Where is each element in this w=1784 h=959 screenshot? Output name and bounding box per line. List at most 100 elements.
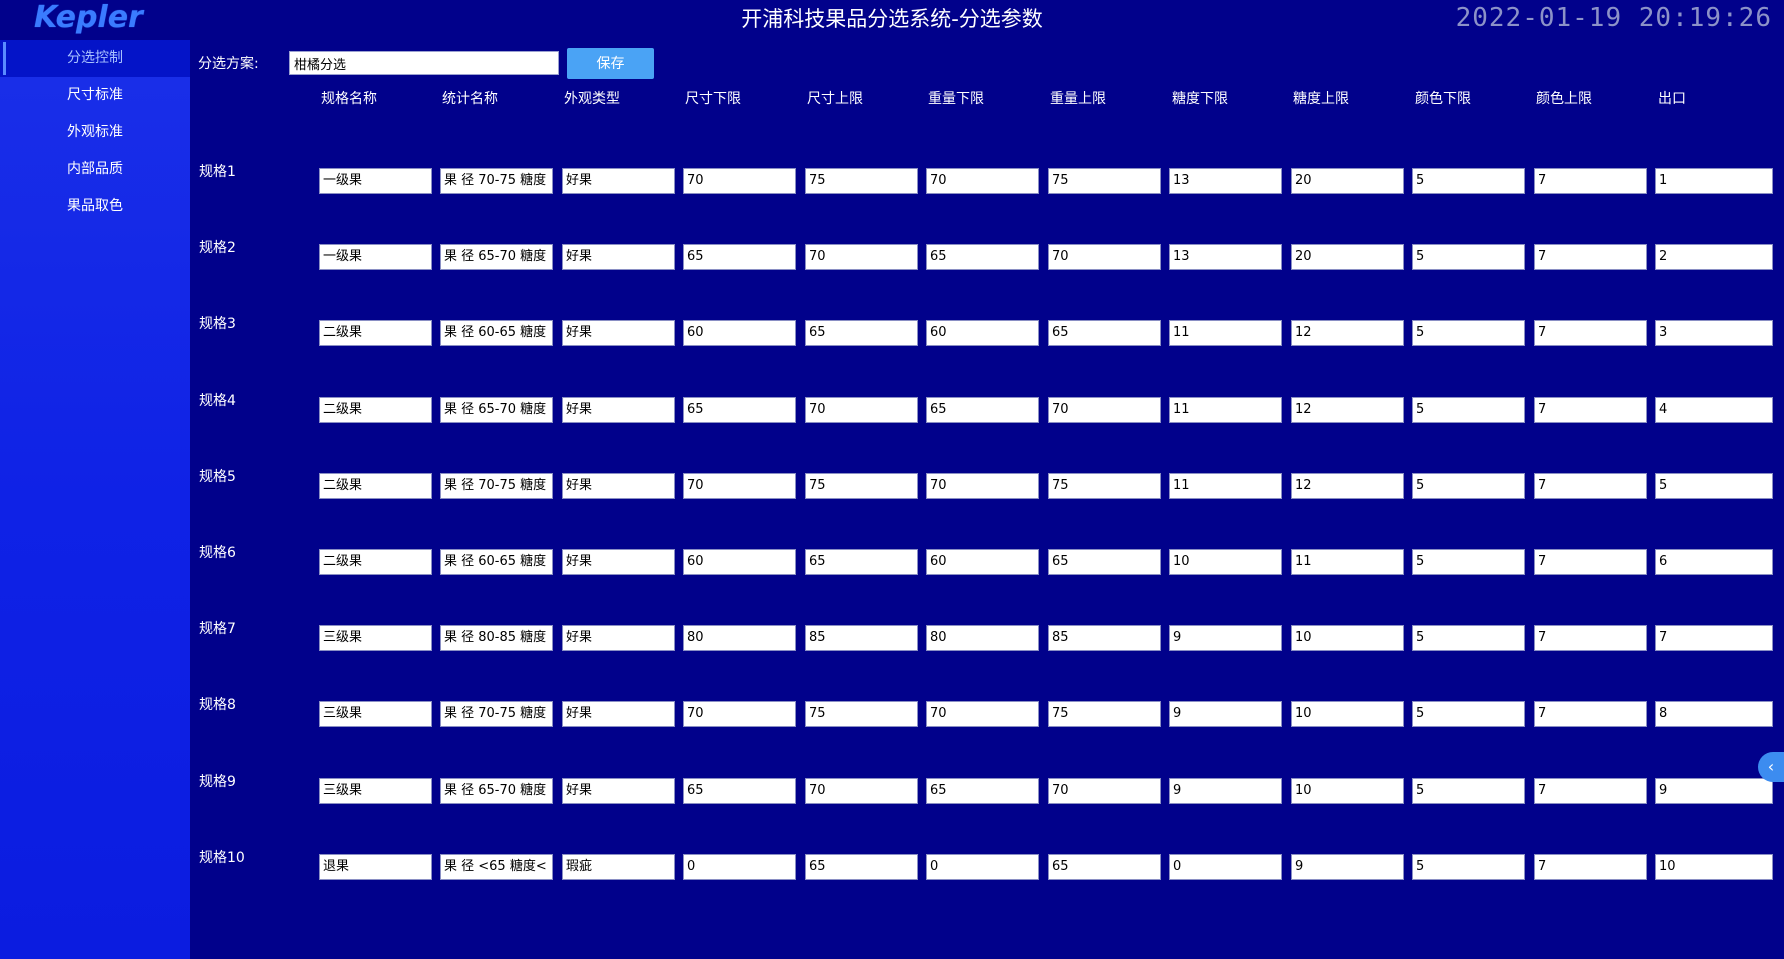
table-cell-input[interactable]: 10	[1169, 549, 1282, 575]
table-cell-input[interactable]: 11	[1169, 473, 1282, 499]
table-cell-input[interactable]: 70	[683, 701, 796, 727]
table-cell-input[interactable]: 果 径 60-65 糖度	[440, 549, 553, 575]
table-cell-input[interactable]: 好果	[562, 168, 675, 194]
table-cell-input[interactable]: 65	[683, 397, 796, 423]
table-cell-input[interactable]: 70	[926, 701, 1039, 727]
table-cell-input[interactable]: 65	[683, 778, 796, 804]
table-cell-input[interactable]: 三级果	[319, 778, 432, 804]
table-cell-input[interactable]: 好果	[562, 778, 675, 804]
table-cell-input[interactable]: 70	[926, 168, 1039, 194]
table-cell-input[interactable]: 70	[1048, 778, 1161, 804]
sidebar-item-1[interactable]: 尺寸标准	[0, 77, 190, 114]
table-cell-input[interactable]: 7	[1534, 244, 1647, 270]
table-cell-input[interactable]: 5	[1412, 320, 1525, 346]
table-cell-input[interactable]: 70	[926, 473, 1039, 499]
table-cell-input[interactable]: 7	[1534, 625, 1647, 651]
table-cell-input[interactable]: 60	[683, 320, 796, 346]
table-cell-input[interactable]: 65	[926, 397, 1039, 423]
table-cell-input[interactable]: 6	[1655, 549, 1773, 575]
table-cell-input[interactable]: 好果	[562, 701, 675, 727]
table-cell-input[interactable]: 5	[1412, 549, 1525, 575]
table-cell-input[interactable]: 二级果	[319, 320, 432, 346]
table-cell-input[interactable]: 9	[1169, 701, 1282, 727]
table-cell-input[interactable]: 5	[1412, 397, 1525, 423]
table-cell-input[interactable]: 85	[1048, 625, 1161, 651]
table-cell-input[interactable]: 65	[1048, 854, 1161, 880]
table-cell-input[interactable]: 7	[1534, 854, 1647, 880]
sidebar-item-3[interactable]: 内部品质	[0, 151, 190, 188]
table-cell-input[interactable]: 7	[1534, 168, 1647, 194]
table-cell-input[interactable]: 20	[1291, 168, 1404, 194]
table-cell-input[interactable]: 退果	[319, 854, 432, 880]
table-cell-input[interactable]: 65	[926, 244, 1039, 270]
table-cell-input[interactable]: 5	[1412, 244, 1525, 270]
table-cell-input[interactable]: 12	[1291, 320, 1404, 346]
table-cell-input[interactable]: 果 径 65-70 糖度	[440, 244, 553, 270]
table-cell-input[interactable]: 三级果	[319, 625, 432, 651]
table-cell-input[interactable]: 70	[805, 397, 918, 423]
table-cell-input[interactable]: 20	[1291, 244, 1404, 270]
table-cell-input[interactable]: 10	[1291, 778, 1404, 804]
table-cell-input[interactable]: 果 径 80-85 糖度	[440, 625, 553, 651]
table-cell-input[interactable]: 9	[1169, 778, 1282, 804]
table-cell-input[interactable]: 5	[1412, 625, 1525, 651]
table-cell-input[interactable]: 65	[805, 320, 918, 346]
table-cell-input[interactable]: 5	[1412, 778, 1525, 804]
table-cell-input[interactable]: 10	[1291, 625, 1404, 651]
sidebar-item-0[interactable]: 分选控制	[0, 40, 190, 77]
table-cell-input[interactable]: 果 径 <65 糖度<	[440, 854, 553, 880]
table-cell-input[interactable]: 8	[1655, 701, 1773, 727]
table-cell-input[interactable]: 9	[1291, 854, 1404, 880]
table-cell-input[interactable]: 60	[683, 549, 796, 575]
save-button[interactable]: 保存	[567, 48, 654, 79]
table-cell-input[interactable]: 12	[1291, 397, 1404, 423]
table-cell-input[interactable]: 70	[805, 778, 918, 804]
table-cell-input[interactable]: 65	[1048, 320, 1161, 346]
table-cell-input[interactable]: 65	[683, 244, 796, 270]
table-cell-input[interactable]: 果 径 70-75 糖度	[440, 473, 553, 499]
table-cell-input[interactable]: 好果	[562, 549, 675, 575]
table-cell-input[interactable]: 0	[926, 854, 1039, 880]
table-cell-input[interactable]: 7	[1534, 320, 1647, 346]
table-cell-input[interactable]: 11	[1169, 397, 1282, 423]
table-cell-input[interactable]: 10	[1291, 701, 1404, 727]
table-cell-input[interactable]: 果 径 60-65 糖度	[440, 320, 553, 346]
table-cell-input[interactable]: 4	[1655, 397, 1773, 423]
table-cell-input[interactable]: 7	[1534, 549, 1647, 575]
table-cell-input[interactable]: 2	[1655, 244, 1773, 270]
table-cell-input[interactable]: 75	[805, 701, 918, 727]
table-cell-input[interactable]: 65	[926, 778, 1039, 804]
table-cell-input[interactable]: 70	[683, 168, 796, 194]
table-cell-input[interactable]: 二级果	[319, 397, 432, 423]
table-cell-input[interactable]: 75	[805, 473, 918, 499]
sidebar-item-4[interactable]: 果品取色	[0, 188, 190, 225]
table-cell-input[interactable]: 二级果	[319, 473, 432, 499]
table-cell-input[interactable]: 好果	[562, 397, 675, 423]
table-cell-input[interactable]: 5	[1412, 168, 1525, 194]
table-cell-input[interactable]: 75	[1048, 473, 1161, 499]
table-cell-input[interactable]: 果 径 65-70 糖度	[440, 397, 553, 423]
table-cell-input[interactable]: 9	[1169, 625, 1282, 651]
table-cell-input[interactable]: 7	[1655, 625, 1773, 651]
table-cell-input[interactable]: 二级果	[319, 549, 432, 575]
table-cell-input[interactable]: 果 径 70-75 糖度	[440, 168, 553, 194]
table-cell-input[interactable]: 三级果	[319, 701, 432, 727]
scheme-input[interactable]	[289, 51, 559, 75]
table-cell-input[interactable]: 70	[805, 244, 918, 270]
sidebar-item-2[interactable]: 外观标准	[0, 114, 190, 151]
table-cell-input[interactable]: 5	[1412, 854, 1525, 880]
table-cell-input[interactable]: 60	[926, 320, 1039, 346]
table-cell-input[interactable]: 13	[1169, 244, 1282, 270]
table-cell-input[interactable]: 果 径 70-75 糖度	[440, 701, 553, 727]
table-cell-input[interactable]: 65	[1048, 549, 1161, 575]
table-cell-input[interactable]: 5	[1412, 473, 1525, 499]
table-cell-input[interactable]: 5	[1655, 473, 1773, 499]
table-cell-input[interactable]: 一级果	[319, 244, 432, 270]
table-cell-input[interactable]: 7	[1534, 701, 1647, 727]
table-cell-input[interactable]: 80	[683, 625, 796, 651]
table-cell-input[interactable]: 12	[1291, 473, 1404, 499]
chevron-left-icon[interactable]: ‹	[1758, 752, 1784, 782]
table-cell-input[interactable]: 0	[683, 854, 796, 880]
table-cell-input[interactable]: 75	[1048, 168, 1161, 194]
table-cell-input[interactable]: 13	[1169, 168, 1282, 194]
